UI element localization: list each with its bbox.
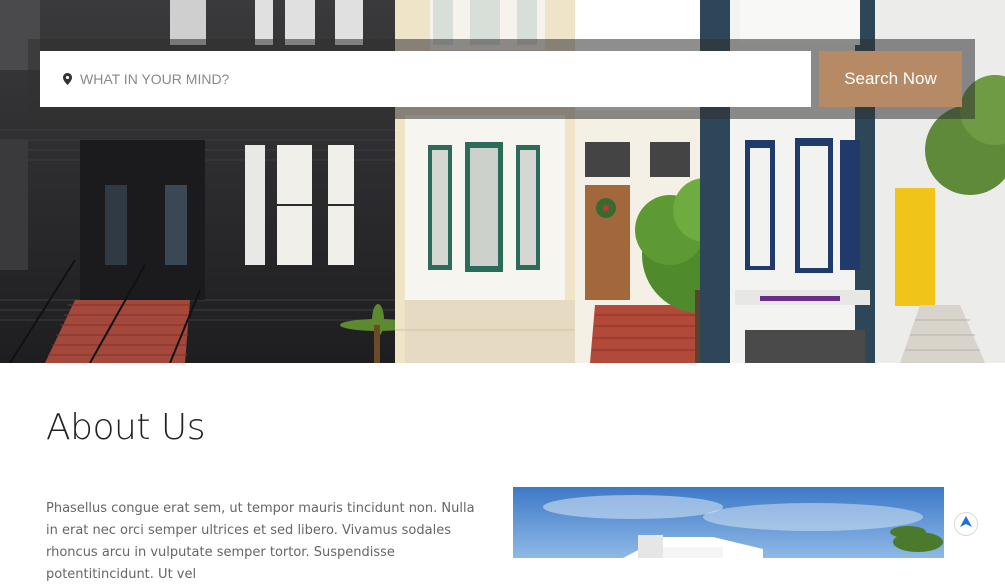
scroll-to-top-button[interactable] xyxy=(954,512,978,536)
search-now-button[interactable]: Search Now xyxy=(819,51,962,107)
about-us-paragraph: Phasellus congue erat sem, ut tempor mau… xyxy=(46,501,475,582)
search-field-wrapper[interactable] xyxy=(40,51,811,107)
arrow-up-icon xyxy=(960,515,972,533)
hero-banner: Search Now xyxy=(0,0,1005,363)
map-pin-icon xyxy=(60,72,74,86)
about-house-image xyxy=(513,487,944,558)
search-bar: Search Now xyxy=(28,39,975,119)
about-us-heading: About Us xyxy=(46,407,205,448)
search-input[interactable] xyxy=(80,51,811,107)
